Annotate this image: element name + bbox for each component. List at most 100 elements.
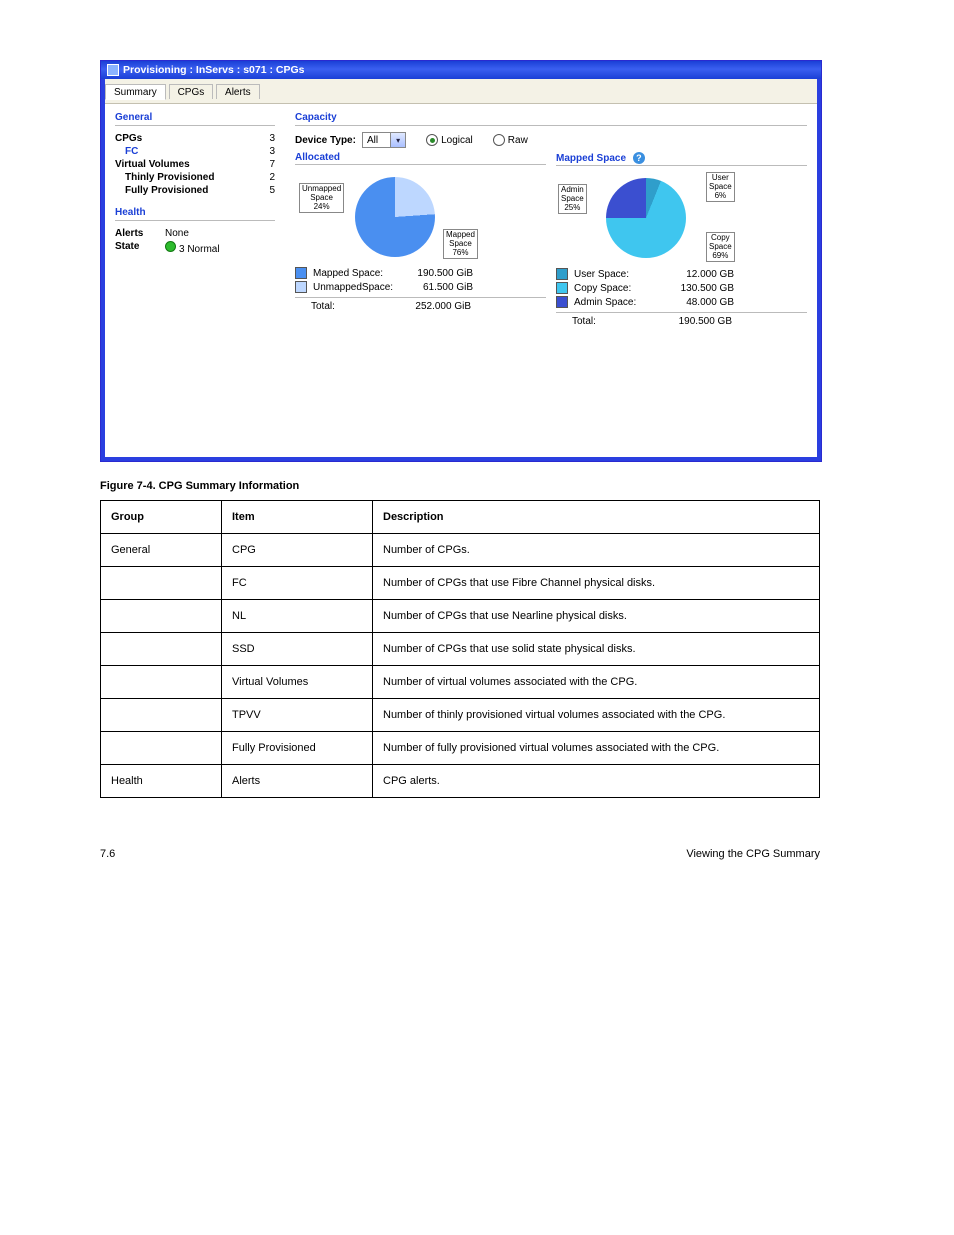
tab-cpgs[interactable]: CPGs [169,84,214,99]
state-normal-icon [165,241,176,252]
cell-group [101,600,222,633]
table-row: SSDNumber of CPGs that use solid state p… [101,633,820,666]
device-type-select[interactable]: All ▾ [362,132,406,148]
figure-caption: Figure 7-4. CPG Summary Information [100,480,894,492]
cell-group [101,699,222,732]
section-health-title: Health [115,207,275,221]
radio-logical-label: Logical [441,135,473,146]
copy-space-value: 130.500 GB [664,283,734,294]
thin-value: 2 [269,172,275,183]
table-row: Fully ProvisionedNumber of fully provisi… [101,732,820,765]
callout-admin: AdminSpace25% [558,184,587,214]
cell-description: Number of thinly provisioned virtual vol… [373,699,820,732]
alerts-value: None [165,228,275,239]
tab-strip: Summary CPGs Alerts [101,79,821,104]
cpgs-label: CPGs [115,133,142,144]
description-table: Group Item Description GeneralCPGNumber … [100,500,820,798]
window-title: Provisioning : InServs : s071 : CPGs [123,61,304,79]
copy-space-label: Copy Space: [574,283,664,294]
cell-item: Fully Provisioned [222,732,373,765]
col-description: Description [373,501,820,534]
table-row: Virtual VolumesNumber of virtual volumes… [101,666,820,699]
alloc-total-value: 252.000 GiB [401,301,471,312]
thin-label: Thinly Provisioned [115,172,214,183]
radio-raw[interactable]: Raw [493,134,528,146]
cell-item: CPG [222,534,373,567]
cell-group: Health [101,765,222,798]
cell-group [101,567,222,600]
user-space-value: 12.000 GB [664,269,734,280]
user-space-label: User Space: [574,269,664,280]
device-type-value: All [363,135,390,146]
cell-item: Alerts [222,765,373,798]
radio-raw-label: Raw [508,135,528,146]
swatch-icon [295,281,307,293]
col-item: Item [222,501,373,534]
allocated-block: Allocated UnmappedSpace24% MappedSpace76… [295,152,546,328]
admin-space-label: Admin Space: [574,297,664,308]
table-row: GeneralCPGNumber of CPGs. [101,534,820,567]
unmapped-value: 61.500 GiB [403,282,473,293]
cell-item: TPVV [222,699,373,732]
left-panel: General CPGs3 FC3 Virtual Volumes7 Thinl… [115,112,275,328]
table-row: TPVVNumber of thinly provisioned virtual… [101,699,820,732]
cell-item: SSD [222,633,373,666]
table-row: HealthAlertsCPG alerts. [101,765,820,798]
mapped-legend: User Space:12.000 GB Copy Space:130.500 … [556,267,807,328]
cell-item: Virtual Volumes [222,666,373,699]
unmapped-label: UnmappedSpace: [313,282,403,293]
section-general-title: General [115,112,275,126]
mapped-pie-chart: AdminSpace25% UserSpace6% CopySpace69% [556,172,807,267]
allocated-pie-chart: UnmappedSpace24% MappedSpace76% [295,171,546,266]
mapped-total-value: 190.500 GB [662,316,732,327]
col-group: Group [101,501,222,534]
cell-description: Number of CPGs that use Fibre Channel ph… [373,567,820,600]
cell-description: Number of fully provisioned virtual volu… [373,732,820,765]
vv-value: 7 [269,159,275,170]
cell-description: Number of virtual volumes associated wit… [373,666,820,699]
chevron-down-icon[interactable]: ▾ [390,133,405,147]
window-titlebar: Provisioning : InServs : s071 : CPGs [101,61,821,79]
mapped-value: 190.500 GiB [403,268,473,279]
window-app-icon [107,64,119,76]
cell-description: CPG alerts. [373,765,820,798]
radio-off-icon [493,134,505,146]
cell-description: Number of CPGs that use Nearline physica… [373,600,820,633]
callout-copy: CopySpace69% [706,232,735,262]
swatch-icon [556,296,568,308]
full-value: 5 [269,185,275,196]
fc-label[interactable]: FC [115,146,138,157]
table-row: FCNumber of CPGs that use Fibre Channel … [101,567,820,600]
cell-group [101,666,222,699]
pie-icon [606,178,686,258]
state-label: State [115,241,165,255]
cell-description: Number of CPGs that use solid state phys… [373,633,820,666]
mapped-space-block: Mapped Space ? AdminSpace25% UserSpace6%… [556,152,807,328]
cell-group [101,633,222,666]
mapped-label: Mapped Space: [313,268,403,279]
section-capacity-title: Capacity [295,112,807,126]
callout-user: UserSpace6% [706,172,735,202]
device-type-label: Device Type: [295,135,356,146]
tab-alerts[interactable]: Alerts [216,84,260,99]
mapped-space-title: Mapped Space [556,153,626,164]
right-panel: Capacity Device Type: All ▾ Logical Raw [295,112,807,328]
cell-group: General [101,534,222,567]
page-section-title: Viewing the CPG Summary [686,848,820,860]
callout-unmapped: UnmappedSpace24% [299,183,344,213]
callout-mapped: MappedSpace76% [443,229,478,259]
cpgs-value: 3 [269,133,275,144]
tab-summary[interactable]: Summary [105,84,166,100]
allocated-title: Allocated [295,152,546,165]
pie-icon [355,177,435,257]
state-value: 3 Normal [179,244,220,255]
page-number: 7.6 [100,848,115,860]
radio-on-icon [426,134,438,146]
radio-logical[interactable]: Logical [426,134,473,146]
swatch-icon [556,282,568,294]
cell-item: NL [222,600,373,633]
swatch-icon [556,268,568,280]
cell-item: FC [222,567,373,600]
info-icon[interactable]: ? [633,152,645,164]
page-footer: 7.6 Viewing the CPG Summary [100,848,820,860]
